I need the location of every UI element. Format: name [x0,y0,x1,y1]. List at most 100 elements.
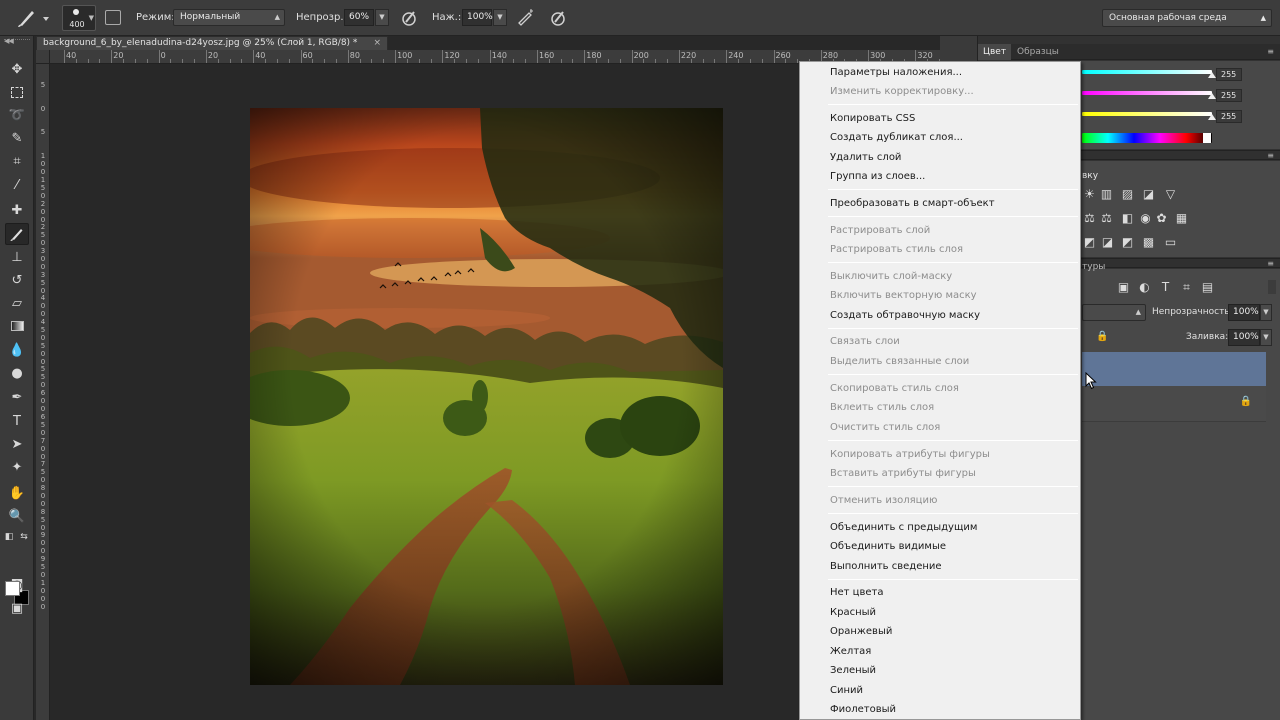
marquee-tool-icon[interactable] [5,81,29,103]
pen-tool-icon[interactable]: ✒ [5,386,29,408]
brush-panel-toggle-icon[interactable] [105,10,121,25]
menu-item-flatten-image[interactable]: Выполнить сведение [830,559,942,575]
menu-item-blending-options[interactable]: Параметры наложения... [830,65,962,81]
opacity-input[interactable]: 60% [344,9,374,26]
brightness-icon[interactable]: ☀ [1082,188,1097,201]
invert-icon[interactable]: ◩ [1082,236,1097,249]
flow-input[interactable]: 100% [462,9,493,26]
levels-icon[interactable]: ▥ [1099,188,1114,201]
swap-colors-icon[interactable]: ⇆ [18,526,30,548]
panel-menu-icon[interactable]: ≡ [1267,47,1274,56]
hue-saturation-icon[interactable]: ⚖ [1082,212,1097,225]
color-balance-icon[interactable]: ⚖ [1099,212,1114,225]
menu-item-yellow[interactable]: Желтая [830,644,871,660]
menu-item-group-from-layers[interactable]: Группа из слоев... [830,169,925,185]
black-white-icon[interactable]: ◧ [1120,212,1135,225]
workspace-switcher[interactable]: Основная рабочая среда ▲ [1102,9,1272,27]
red-slider-thumb[interactable] [1208,72,1216,78]
layers-tab-label[interactable]: туры [1082,262,1105,272]
menu-item-convert-smart-object[interactable]: Преобразовать в смарт-объект [830,196,995,212]
foreground-color-swatch[interactable] [5,581,20,596]
blue-slider[interactable] [1082,112,1212,116]
filter-adjustment-icon[interactable]: ◐ [1137,281,1152,294]
menu-item-no-color[interactable]: Нет цвета [830,585,883,601]
eyedropper-tool-icon[interactable]: ⁄ [5,174,29,196]
red-slider[interactable] [1082,70,1212,74]
fill-input[interactable]: 100% [1228,329,1260,346]
green-slider-thumb[interactable] [1208,93,1216,99]
brush-tool-icon[interactable] [5,223,29,245]
mode-dropdown[interactable]: Нормальный ▲ [173,9,285,26]
lasso-tool-icon[interactable]: ➰ [5,104,29,126]
menu-item-violet[interactable]: Фиолетовый [830,702,896,718]
color-lookup-icon[interactable]: ▦ [1174,212,1189,225]
menu-item-enable-vector-mask[interactable]: Включить векторную маску [830,288,977,304]
brush-tool-preset-icon[interactable] [14,7,52,29]
selective-color-icon[interactable]: ▩ [1141,236,1156,249]
custom-shape-tool-icon[interactable]: ✦ [5,456,29,478]
layers-scrollbar[interactable] [1268,280,1276,294]
layer-row-background[interactable]: 🔒 [1082,386,1266,422]
zoom-tool-icon[interactable]: 🔍 [5,505,29,527]
photo-filter-icon[interactable]: ◉ [1138,212,1153,225]
move-tool-icon[interactable]: ✥ [5,58,29,80]
filter-shape-icon[interactable]: ⌗ [1179,281,1194,294]
color-spectrum[interactable] [1082,133,1212,143]
menu-item-rasterize-layer-style[interactable]: Растрировать стиль слоя [830,242,963,258]
menu-item-select-linked-layers[interactable]: Выделить связанные слои [830,354,969,370]
default-colors-icon[interactable]: ◧ [3,526,15,548]
layer-opacity-input[interactable]: 100% [1228,304,1260,321]
opacity-dropdown-button[interactable]: ▼ [375,9,389,26]
menu-item-copy-layer-style[interactable]: Скопировать стиль слоя [830,381,959,397]
menu-item-create-clipping-mask[interactable]: Создать обтравочную маску [830,308,980,324]
collapse-arrows-icon[interactable]: ◀◀ [4,37,14,45]
menu-item-merge-down[interactable]: Объединить с предыдущим [830,520,977,536]
quick-selection-tool-icon[interactable]: ✎ [5,127,29,149]
menu-item-copy-css[interactable]: Копировать CSS [830,111,915,127]
type-tool-icon[interactable]: T [5,410,29,432]
vibrance-icon[interactable]: ▽ [1163,188,1178,201]
blur-tool-icon[interactable]: 💧 [5,339,29,361]
layer-opacity-dropdown[interactable]: ▼ [1260,304,1272,321]
tab-color[interactable]: Цвет [978,44,1012,60]
pressure-size-icon[interactable] [548,8,568,28]
filter-smart-object-icon[interactable]: ▤ [1200,281,1215,294]
menu-item-disable-layer-mask[interactable]: Выключить слой-маску [830,269,952,285]
spectrum-white-chip[interactable] [1203,133,1211,143]
menu-item-merge-visible[interactable]: Объединить видимые [830,539,946,555]
vertical-ruler[interactable]: 5 0 5 1 0 01 5 02 0 02 5 03 0 03 5 04 0 04 … [36,64,50,720]
green-value[interactable]: 255 [1216,89,1242,102]
menu-item-edit-adjustment[interactable]: Изменить корректировку... [830,84,974,100]
clone-stamp-tool-icon[interactable]: ⊥ [5,246,29,268]
green-slider[interactable] [1082,91,1212,95]
history-brush-tool-icon[interactable]: ↺ [5,269,29,291]
gradient-map-icon[interactable]: ▭ [1163,236,1178,249]
menu-item-link-layers[interactable]: Связать слои [830,334,900,350]
flow-dropdown-button[interactable]: ▼ [493,9,507,26]
menu-item-red[interactable]: Красный [830,605,876,621]
threshold-icon[interactable]: ◩ [1120,236,1135,249]
filter-image-icon[interactable]: ▣ [1116,281,1131,294]
menu-item-rasterize-layer[interactable]: Растрировать слой [830,223,930,239]
airbrush-icon[interactable] [516,8,536,28]
dodge-tool-icon[interactable]: ● [5,362,29,384]
crop-tool-icon[interactable]: ⌗ [5,150,29,172]
fill-dropdown[interactable]: ▼ [1260,329,1272,346]
hand-tool-icon[interactable]: ✋ [5,482,29,504]
eraser-tool-icon[interactable]: ▱ [5,292,29,314]
menu-item-paste-layer-style[interactable]: Вклеить стиль слоя [830,400,934,416]
ruler-corner[interactable] [36,50,50,64]
filter-type-icon[interactable]: T [1158,281,1173,294]
blue-slider-thumb[interactable] [1208,114,1216,120]
menu-item-copy-shape-attributes[interactable]: Копировать атрибуты фигуры [830,447,990,463]
menu-item-paste-shape-attributes[interactable]: Вставить атрибуты фигуры [830,466,976,482]
curves-icon[interactable]: ▨ [1120,188,1135,201]
menu-item-orange[interactable]: Оранжевый [830,624,892,640]
menu-item-delete-layer[interactable]: Удалить слой [830,150,901,166]
channel-mixer-icon[interactable]: ✿ [1154,212,1169,225]
healing-brush-tool-icon[interactable]: ✚ [5,199,29,221]
red-value[interactable]: 255 [1216,68,1242,81]
brush-size-picker[interactable]: 400 ▼ [62,5,96,31]
menu-item-green[interactable]: Зеленый [830,663,876,679]
pressure-opacity-icon[interactable] [399,8,419,28]
